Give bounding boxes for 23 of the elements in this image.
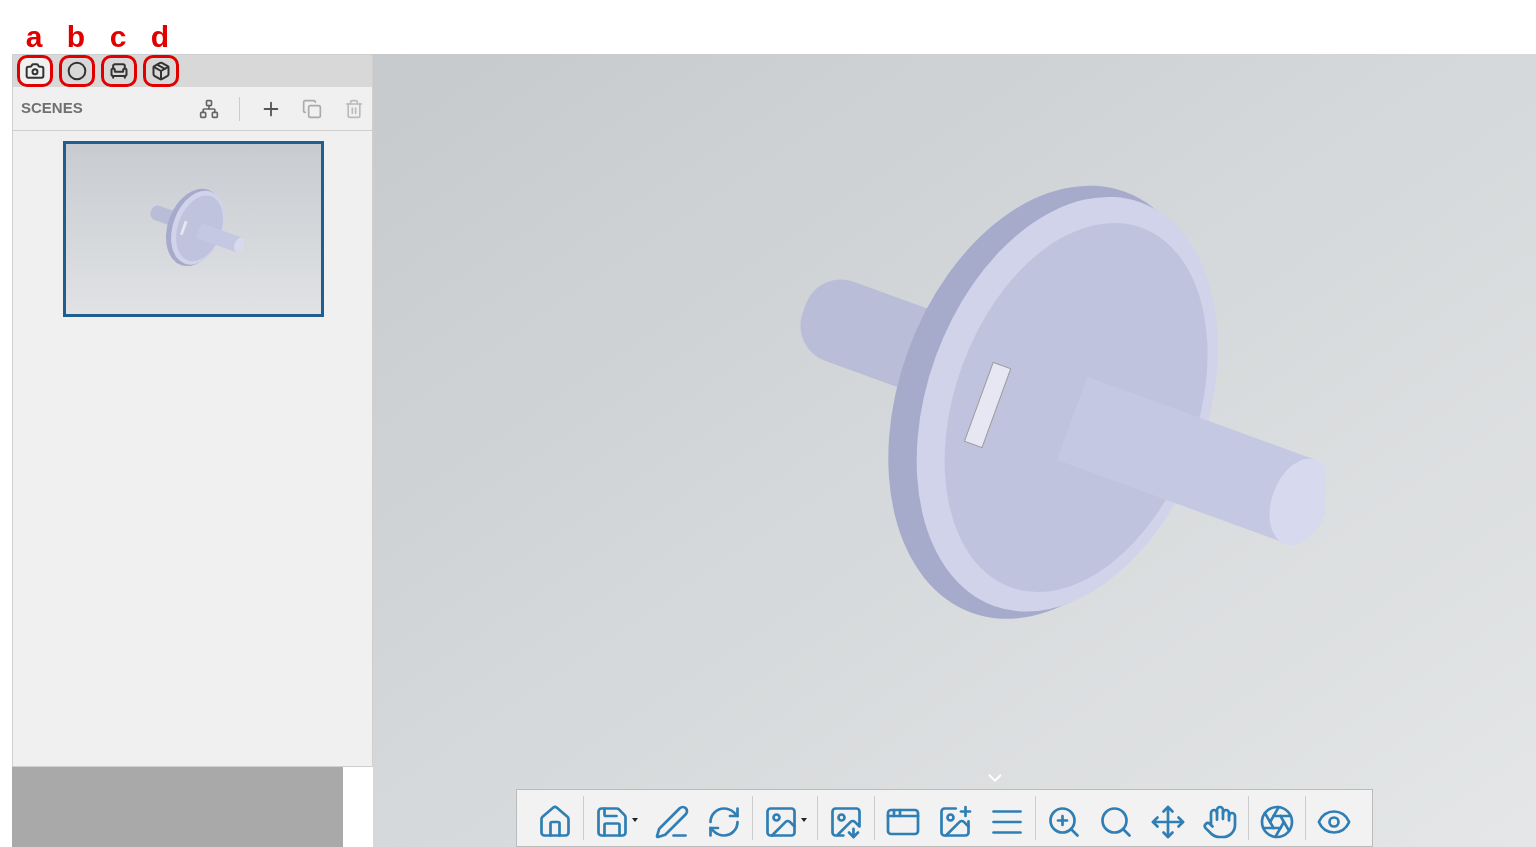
annotation-letter: c <box>108 20 128 54</box>
panel-tab[interactable] <box>59 55 95 87</box>
landscape-icon <box>828 804 864 840</box>
landscape-icon <box>763 804 799 840</box>
panel-title: SCENES <box>21 98 84 119</box>
annotation-letter: b <box>65 20 87 54</box>
magnifier-icon <box>1098 804 1134 840</box>
rotate-icon <box>706 804 742 840</box>
box-icon <box>151 61 171 81</box>
copy-icon[interactable] <box>302 98 322 119</box>
move-arrows-icon <box>1150 804 1186 840</box>
panel-tab[interactable] <box>17 55 53 87</box>
dropdown-caret-icon <box>632 818 638 822</box>
home-icon <box>537 804 573 840</box>
annotation-letter: a <box>24 20 44 54</box>
tree-icon[interactable] <box>199 98 219 119</box>
hand-icon <box>1202 804 1238 840</box>
panel-tab[interactable] <box>143 55 179 87</box>
magnifier-icon <box>1046 804 1082 840</box>
panel-tab[interactable] <box>101 55 137 87</box>
scene-thumbnail[interactable] <box>63 141 324 317</box>
dropdown-caret-icon <box>801 818 807 822</box>
annotation-letter: d <box>149 20 171 54</box>
